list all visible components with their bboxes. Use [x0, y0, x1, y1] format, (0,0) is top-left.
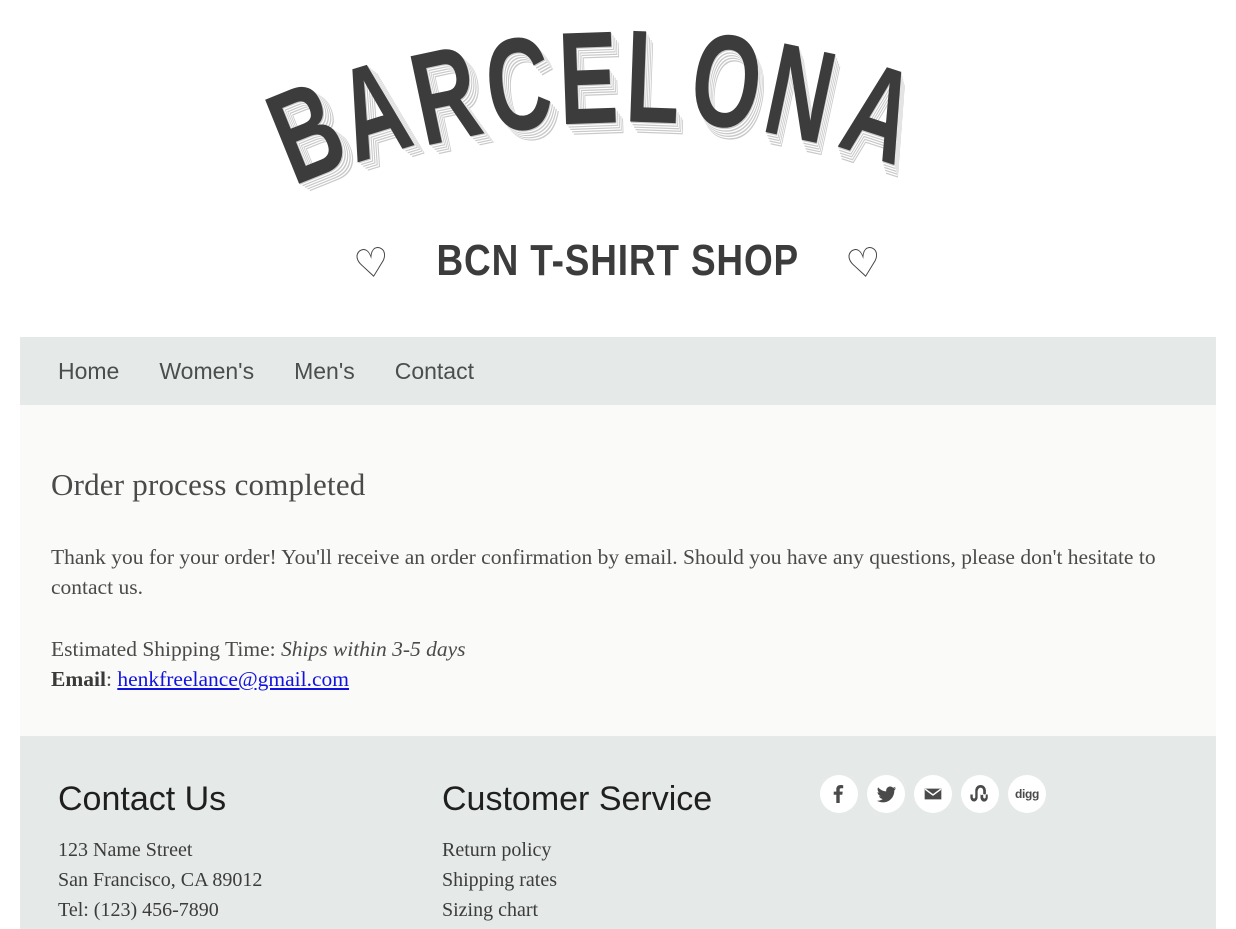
order-meta: Estimated Shipping Time: Ships within 3-… [51, 602, 1185, 694]
heart-icon-left: ♡ [351, 239, 393, 289]
logo-letter: L [618, 2, 688, 151]
stumbleupon-icon[interactable] [961, 775, 999, 813]
shipping-time-value: Ships within 3-5 days [280, 637, 466, 661]
contact-phone: Tel: (123) 456-7890 [58, 899, 219, 921]
contact-details-list: 123 Name Street San Francisco, CA 89012 … [58, 819, 262, 925]
footer-column-contact: Contact Us 123 Name Street San Francisco… [58, 736, 262, 925]
nav-item-mens[interactable]: Men's [274, 337, 375, 405]
footer-link-sizing-chart[interactable]: Sizing chart [442, 895, 712, 925]
shipping-time-label: Estimated Shipping Time: [51, 637, 276, 661]
email-line: Email: henkfreelance@gmail.com [51, 664, 1185, 694]
logo-letter: E [551, 3, 627, 153]
footer-heading-contact: Contact Us [58, 780, 227, 818]
nav-item-womens[interactable]: Women's [139, 337, 274, 405]
customer-service-list: Return policy Shipping rates Sizing char… [442, 819, 712, 925]
logo-glyph: L [623, 1, 683, 152]
logo-glyph: E [555, 2, 621, 153]
social-links: digg [820, 775, 1046, 813]
site-masthead: B A R C E L O N A ♡ BCN T-SHIRT SHOP ♡ [0, 0, 1236, 337]
footer-link-return-policy[interactable]: Return policy [442, 835, 712, 865]
shipping-time-line: Estimated Shipping Time: Ships within 3-… [51, 634, 1185, 664]
email-label: Email [51, 667, 106, 691]
heart-icon-right: ♡ [843, 239, 885, 289]
email-link[interactable]: henkfreelance@gmail.com [117, 667, 349, 691]
nav-item-contact[interactable]: Contact [375, 337, 494, 405]
main-content: Order process completed Thank you for yo… [20, 405, 1216, 736]
logo-glyph: C [477, 6, 559, 162]
site-footer: Contact Us 123 Name Street San Francisco… [20, 736, 1216, 929]
footer-link-shipping-rates[interactable]: Shipping rates [442, 865, 712, 895]
digg-wordmark: digg [1014, 787, 1040, 801]
site-tagline: ♡ BCN T-SHIRT SHOP ♡ [0, 234, 1236, 291]
main-navigation: Home Women's Men's Contact [20, 337, 1216, 405]
footer-column-customer-service: Customer Service Return policy Shipping … [442, 736, 712, 925]
footer-heading-customer-service: Customer Service [442, 780, 713, 818]
contact-street: 123 Name Street [58, 839, 193, 861]
page-title: Order process completed [51, 467, 366, 502]
contact-city: San Francisco, CA 89012 [58, 869, 263, 891]
email-icon[interactable] [914, 775, 952, 813]
confirmation-paragraph: Thank you for your order! You'll receive… [51, 545, 1156, 599]
site-logo: B A R C E L O N A [0, 2, 1236, 212]
page-root: B A R C E L O N A ♡ BCN T-SHIRT SHOP ♡ H… [0, 0, 1236, 929]
logo-arc-inner: B A R C E L O N A [249, 2, 948, 212]
nav-item-home[interactable]: Home [38, 337, 139, 405]
facebook-icon[interactable] [820, 775, 858, 813]
digg-icon[interactable]: digg [1008, 775, 1046, 813]
tagline-text: BCN T-SHIRT SHOP [436, 236, 800, 285]
email-separator: : [105, 667, 112, 691]
twitter-icon[interactable] [867, 775, 905, 813]
nav-list: Home Women's Men's Contact [38, 337, 494, 405]
content-inner: Order process completed Thank you for yo… [51, 405, 1185, 694]
